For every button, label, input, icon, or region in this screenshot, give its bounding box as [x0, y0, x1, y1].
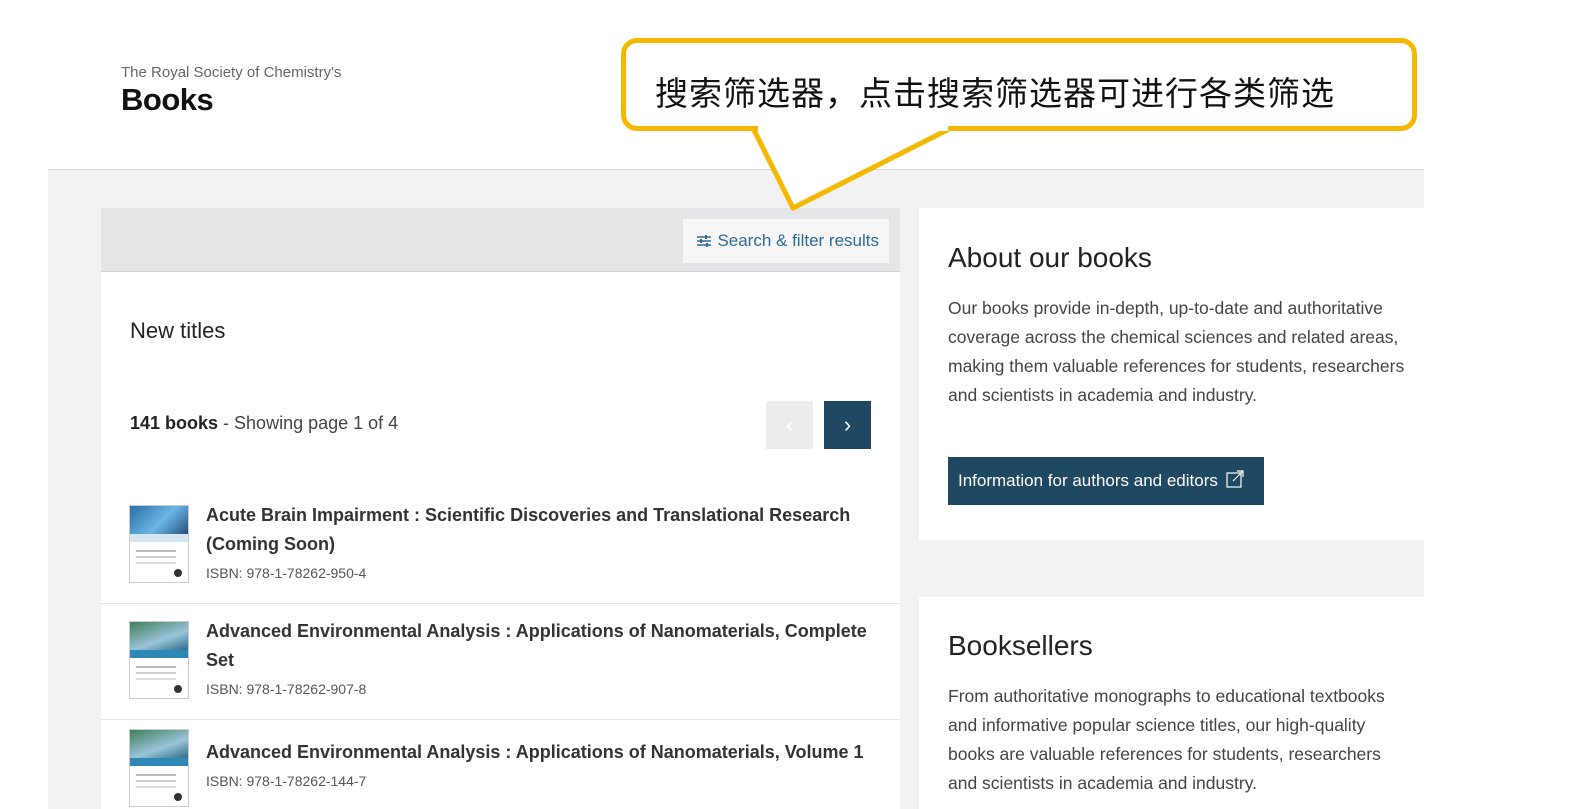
external-link-icon — [1226, 469, 1244, 493]
divider — [101, 719, 900, 720]
about-card: About our books Our books provide in-dep… — [919, 208, 1424, 540]
book-title[interactable]: Advanced Environmental Analysis : Applic… — [206, 617, 876, 675]
filter-bar: Search & filter results — [101, 208, 900, 272]
book-isbn: ISBN: 978-1-78262-907-8 — [206, 681, 367, 697]
next-page-button[interactable]: › — [824, 401, 871, 449]
prev-page-button[interactable]: ‹ — [766, 401, 813, 449]
book-cover[interactable] — [129, 729, 189, 807]
authors-editors-label: Information for authors and editors — [958, 471, 1218, 490]
book-count: 141 books — [130, 413, 219, 433]
search-filter-label: Search & filter results — [717, 231, 879, 250]
brand-subtitle[interactable]: The Royal Society of Chemistry's — [121, 64, 341, 81]
section-title: New titles — [130, 318, 226, 343]
chevron-left-icon: ‹ — [785, 412, 794, 437]
divider — [101, 603, 900, 604]
page-info: - Showing page 1 of 4 — [218, 413, 399, 433]
authors-editors-button[interactable]: Information for authors and editors — [948, 457, 1264, 505]
book-isbn: ISBN: 978-1-78262-950-4 — [206, 565, 367, 581]
about-heading: About our books — [948, 242, 1152, 273]
about-text: Our books provide in-depth, up-to-date a… — [948, 298, 1405, 405]
chevron-right-icon: › — [843, 412, 852, 437]
callout-text: 搜索筛选器，点击搜索筛选器可进行各类筛选 — [655, 74, 1335, 113]
search-filter-button[interactable]: Search & filter results — [683, 219, 889, 263]
book-cover[interactable] — [129, 505, 189, 583]
sliders-icon — [697, 235, 712, 247]
book-title[interactable]: Acute Brain Impairment : Scientific Disc… — [206, 501, 876, 559]
book-isbn: ISBN: 978-1-78262-144-7 — [206, 773, 367, 789]
booksellers-heading: Booksellers — [948, 630, 1093, 661]
booksellers-text: From authoritative monographs to educati… — [948, 686, 1385, 793]
book-title[interactable]: Advanced Environmental Analysis : Applic… — [206, 738, 876, 767]
new-titles-panel: Search & filter results New titles 141 b… — [101, 208, 900, 809]
booksellers-card: Booksellers From authoritative monograph… — [919, 597, 1424, 809]
brand-title[interactable]: Books — [121, 82, 214, 118]
book-cover[interactable] — [129, 621, 189, 699]
results-count: 141 books - Showing page 1 of 4 — [130, 413, 398, 434]
